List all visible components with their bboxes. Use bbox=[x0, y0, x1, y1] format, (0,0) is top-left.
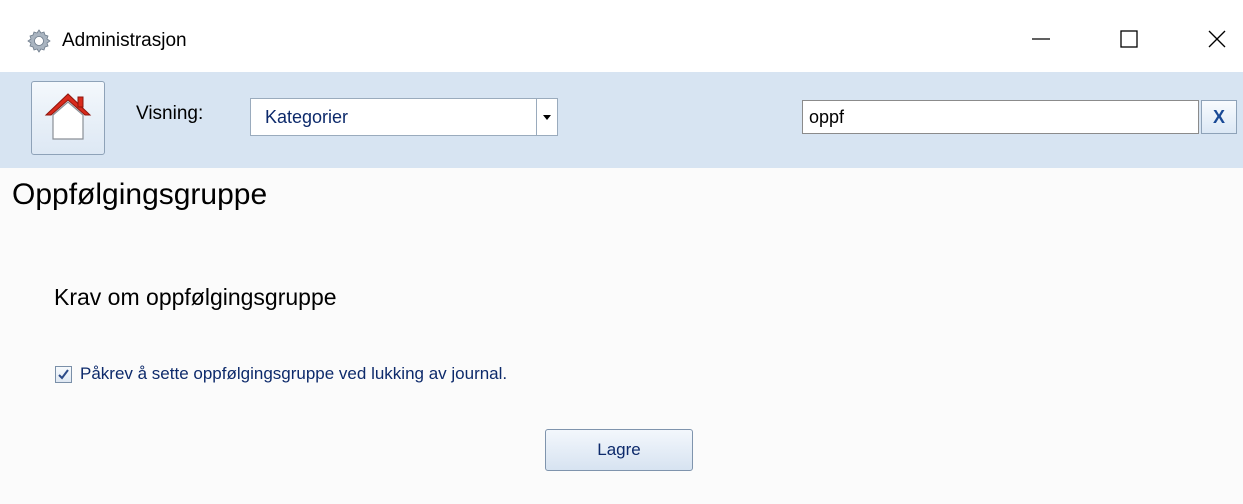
page-title: Oppfølgingsgruppe bbox=[12, 178, 268, 211]
minimize-button[interactable] bbox=[1018, 18, 1064, 64]
maximize-button[interactable] bbox=[1106, 18, 1152, 64]
main-content: Oppfølgingsgruppe Krav om oppfølgingsgru… bbox=[0, 168, 1243, 504]
minimize-icon bbox=[1031, 29, 1051, 54]
home-button[interactable] bbox=[31, 81, 105, 155]
view-select[interactable]: Kategorier bbox=[250, 98, 558, 136]
admin-window: Administrasjon Visning: Kategorier oppf … bbox=[0, 0, 1243, 504]
window-title: Administrasjon bbox=[62, 30, 187, 51]
view-label: Visning: bbox=[136, 103, 204, 124]
toolbar: Visning: Kategorier X bbox=[0, 72, 1243, 168]
close-icon bbox=[1207, 29, 1227, 54]
required-checkbox-row[interactable]: Påkrev å sette oppfølgingsgruppe ved luk… bbox=[55, 364, 507, 384]
chevron-down-icon[interactable] bbox=[536, 99, 557, 135]
maximize-icon bbox=[1119, 29, 1139, 54]
view-select-value: Kategorier bbox=[265, 107, 349, 127]
search-input[interactable] bbox=[802, 100, 1199, 134]
clear-search-button[interactable]: X bbox=[1201, 100, 1237, 134]
required-checkbox-label: Påkrev å sette oppfølgingsgruppe ved luk… bbox=[80, 364, 508, 383]
required-checkbox[interactable] bbox=[55, 365, 72, 383]
close-button[interactable] bbox=[1194, 18, 1240, 64]
gear-icon bbox=[26, 28, 52, 54]
save-button[interactable]: Lagre bbox=[545, 429, 693, 471]
section-title: Krav om oppfølgingsgruppe bbox=[54, 284, 337, 310]
house-icon bbox=[40, 88, 96, 149]
checkmark-icon bbox=[58, 368, 69, 380]
title-bar: Administrasjon bbox=[0, 0, 1243, 72]
